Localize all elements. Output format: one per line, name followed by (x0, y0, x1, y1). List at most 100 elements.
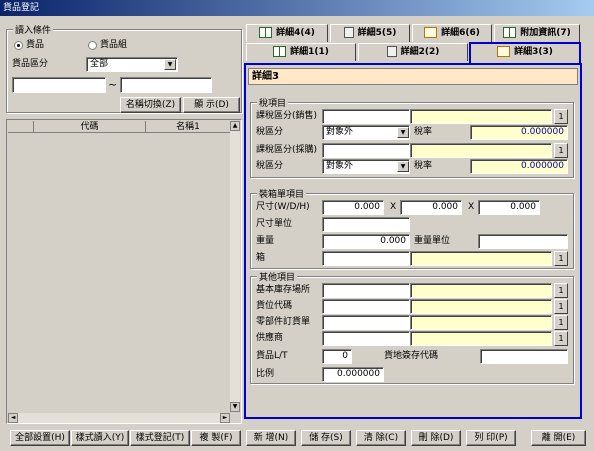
parts-order-lookup-button[interactable]: 1 (554, 315, 568, 330)
copy-button[interactable]: 複 製(F) (191, 430, 241, 446)
weight-unit-input[interactable] (478, 234, 568, 249)
book-icon (259, 27, 273, 38)
sales-tax-class-lookup-button[interactable]: 1 (554, 109, 568, 124)
goods-group-radio[interactable] (88, 41, 97, 50)
base-location-name-field (410, 283, 552, 298)
purchase-tax-class-code-input[interactable] (322, 143, 410, 158)
window-title: 貨品登記 (3, 3, 40, 13)
exit-button[interactable]: 離 開(E) (531, 430, 586, 446)
location-code-name-field (410, 299, 552, 314)
parts-order-label: 零部件訂貨單 (256, 317, 311, 327)
vertical-scrollbar[interactable]: ▲ ▼ (230, 121, 240, 412)
lead-time-input[interactable]: 0 (322, 349, 352, 364)
range-from-input[interactable] (12, 77, 106, 93)
sales-tax-class-label: 課稅區分(銷售) (256, 111, 318, 121)
base-location-lookup-button[interactable]: 1 (554, 283, 568, 298)
purchase-tax-class-name-field (410, 143, 552, 158)
tab-detail5-label: 詳細5(5) (357, 28, 397, 38)
location-code-input[interactable] (322, 299, 410, 314)
tab-detail4[interactable]: 詳細4(4) (246, 24, 328, 42)
tab-additional-info[interactable]: 附加資訊(7) (494, 24, 580, 42)
book-icon (503, 27, 517, 38)
tax-type2-label: 稅區分 (256, 161, 284, 171)
delete-button[interactable]: 刪 除(D) (411, 430, 461, 446)
scroll-right-icon[interactable]: ► (220, 413, 230, 423)
goods-radio[interactable] (14, 41, 23, 50)
scroll-up-icon[interactable]: ▲ (230, 121, 240, 131)
weight-input[interactable]: 0.000 (322, 234, 410, 249)
tab-detail5[interactable]: 詳細5(5) (330, 24, 410, 42)
panel-header-title: 詳細3 (252, 71, 279, 82)
tax-type2-value: 對象外 (326, 161, 354, 171)
tab-additional-info-label: 附加資訊(7) (520, 28, 571, 38)
goods-list[interactable] (6, 119, 242, 424)
cargo-code-label: 貨地簽存代碼 (384, 351, 439, 361)
location-code-label: 貨位代碼 (256, 301, 293, 311)
tax-type2-dropdown-icon[interactable]: ▼ (397, 161, 409, 172)
goods-group-radio-label: 貨品組 (100, 40, 128, 50)
size-x2-label: X (468, 202, 475, 212)
box-label: 箱 (256, 253, 266, 263)
base-location-label: 基本庫存場所 (256, 285, 311, 295)
purchase-tax-class-lookup-button[interactable]: 1 (554, 143, 568, 158)
tab-detail4-label: 詳細4(4) (276, 28, 315, 38)
register-style-button[interactable]: 樣式登記(T) (130, 430, 190, 446)
column-header-code[interactable]: 代碼 (34, 121, 146, 133)
category-select-value: 全部 (90, 59, 109, 69)
supplier-code-input[interactable] (322, 331, 410, 346)
load-style-button[interactable]: 樣式讀入(Y) (71, 430, 129, 446)
name-switch-button[interactable]: 名稱切換(Z) (120, 97, 181, 113)
column-header-name[interactable]: 名稱1 (146, 121, 230, 133)
tax-type-dropdown-icon[interactable]: ▼ (397, 127, 409, 138)
size-height-input[interactable]: 0.000 (478, 200, 540, 215)
weight-label: 重量 (256, 236, 275, 246)
tax-rate2-field: 0.000000 (470, 159, 568, 174)
tax-rate-field: 0.000000 (470, 125, 568, 140)
size-x1-label: X (390, 202, 397, 212)
document-icon (386, 46, 397, 57)
show-button[interactable]: 顯 示(D) (183, 97, 240, 113)
active-tab-highlight (469, 42, 581, 64)
tab-detail6[interactable]: 詳細6(6) (412, 24, 492, 42)
supplier-name-field (410, 331, 552, 346)
box-lookup-button[interactable]: 1 (554, 251, 568, 266)
box-code-input[interactable] (322, 251, 410, 266)
sales-tax-class-code-input[interactable] (322, 109, 410, 124)
tab-detail2[interactable]: 詳細2(2) (358, 43, 468, 61)
tax-rate2-label: 稅率 (414, 161, 433, 171)
print-button[interactable]: 列 印(P) (466, 430, 516, 446)
window-title-bar: 貨品登記 (0, 0, 594, 16)
save-button[interactable]: 儲 存(S) (301, 430, 351, 446)
base-location-code-input[interactable] (322, 283, 410, 298)
supplier-label: 供應商 (256, 333, 284, 343)
tax-rate-label: 稅率 (414, 127, 433, 137)
tab-detail1[interactable]: 詳細1(1) (246, 43, 356, 61)
panel-header: 詳細3 (248, 68, 578, 85)
scroll-left-icon[interactable]: ◄ (8, 413, 18, 423)
supplier-lookup-button[interactable]: 1 (554, 331, 568, 346)
tab-detail2-label: 詳細2(2) (400, 47, 440, 57)
purchase-tax-class-label: 課稅區分(採購) (256, 145, 318, 155)
book-icon (273, 46, 287, 57)
sales-tax-class-name-field (410, 109, 552, 124)
cargo-code-input[interactable] (480, 349, 568, 364)
ratio-input[interactable]: 0.000000 (322, 367, 384, 382)
set-all-button[interactable]: 全部設置(H) (10, 430, 70, 446)
range-to-input[interactable] (120, 77, 212, 93)
document-icon (343, 27, 354, 38)
clear-button[interactable]: 清 除(C) (356, 430, 406, 446)
new-button[interactable]: 新 增(N) (246, 430, 296, 446)
location-code-lookup-button[interactable]: 1 (554, 299, 568, 314)
parts-order-code-input[interactable] (322, 315, 410, 330)
horizontal-scrollbar[interactable]: ◄ ► (8, 413, 230, 423)
scroll-down-icon[interactable]: ▼ (230, 402, 240, 412)
size-depth-input[interactable]: 0.000 (400, 200, 462, 215)
tax-type-value: 對象外 (326, 127, 354, 137)
category-dropdown-icon[interactable]: ▼ (164, 59, 176, 70)
size-unit-input[interactable] (322, 217, 410, 232)
weight-unit-label: 重量單位 (414, 236, 451, 246)
packing-group-title: 裝箱單項目 (257, 187, 307, 200)
size-width-input[interactable]: 0.000 (322, 200, 384, 215)
read-conditions-title: 讀入條件 (13, 23, 54, 36)
category-label: 貨品區分 (12, 59, 49, 69)
